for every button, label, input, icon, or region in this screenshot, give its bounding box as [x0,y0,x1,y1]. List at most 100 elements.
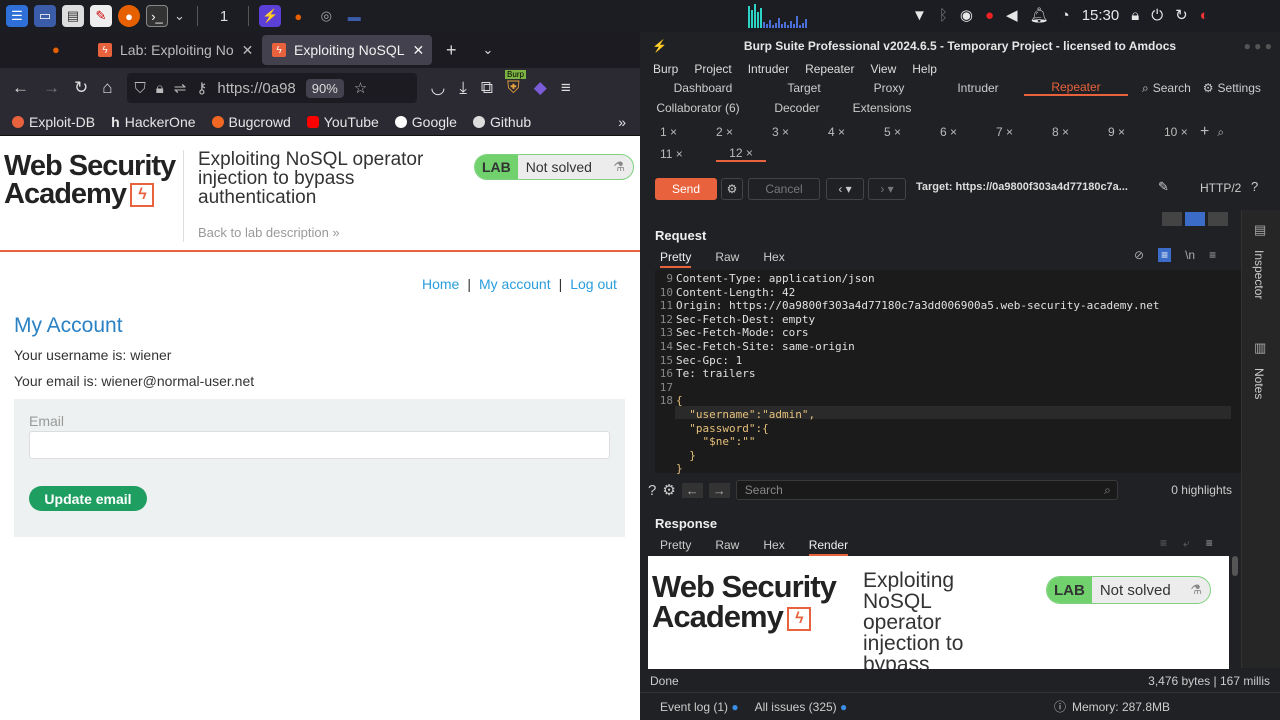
wrap-icon[interactable]: ≡ [1158,248,1172,262]
close-icon[interactable]: ✕ [413,42,425,59]
window-controls[interactable]: ● ● ● [1244,39,1272,53]
code-line[interactable]: Origin: https://0a9800f303a4d77180c7a3dd… [676,299,1159,313]
back-to-lab-link[interactable]: Back to lab description » [198,225,340,240]
refresh-icon[interactable]: ↻ [1175,6,1188,24]
gear-icon[interactable]: ⚙ [721,178,743,200]
browser-tab[interactable]: ϟ Lab: Exploiting No ✕ [88,35,258,65]
more-bookmarks-icon[interactable]: » [618,114,626,130]
search-icon[interactable]: ⌕ [1142,81,1149,96]
firefox-view-icon[interactable]: ● [52,42,60,57]
tab-collaborator[interactable]: Collaborator (6) [644,101,752,115]
url-text[interactable]: https://0a98 [217,80,295,97]
tab-raw[interactable]: Raw [715,538,739,556]
menu-burp[interactable]: Burp [653,62,678,76]
tab-intruder[interactable]: Intruder [932,81,1024,95]
add-tab-icon[interactable]: + [1200,123,1209,141]
code-line[interactable]: Content-Type: application/json [676,272,875,286]
code-line[interactable]: } [676,449,696,463]
tab-pretty[interactable]: Pretty [660,250,692,268]
repeater-tab[interactable]: 4 × [808,125,864,139]
forward-history-button[interactable]: › ▾ [868,178,906,200]
terminal-icon[interactable]: ›_ [146,5,168,27]
lock-icon[interactable]: 🔒︎ [1131,7,1139,24]
code-line[interactable]: } [676,462,683,476]
files-icon[interactable]: ▤ [62,5,84,27]
code-line[interactable]: Sec-Gpc: 1 [676,354,742,368]
code-line[interactable]: "username":"admin", [676,408,815,422]
notification-icon[interactable]: 🔔︎ [1030,6,1049,24]
back-history-button[interactable]: ‹ ▾ [826,178,864,200]
tab-repeater[interactable]: Repeater [1024,80,1128,96]
chrome-task-icon[interactable]: ◎ [315,5,337,27]
tab-hex[interactable]: Hex [763,250,784,268]
desktop-icon[interactable]: ▭ [34,5,56,27]
prev-match-icon[interactable]: ← [681,482,703,498]
notes-tab[interactable]: Notes [1252,368,1266,399]
tab-target[interactable]: Target [762,81,846,95]
repeater-tab[interactable]: 8 × [1032,125,1088,139]
chevron-down-icon[interactable]: ⌄ [174,8,185,24]
inspector-tab[interactable]: Inspector [1252,250,1266,299]
editor-icon[interactable]: ✎ [90,5,112,27]
menu-icon[interactable]: ≡ [1209,248,1216,262]
code-line[interactable]: "$ne":"" [676,435,755,449]
repeater-tab[interactable]: 9 × [1088,125,1144,139]
shield-icon[interactable]: ⛉ [135,80,146,97]
newline-icon[interactable]: \n [1185,248,1195,262]
layout-tabs-icon[interactable] [1208,212,1228,226]
extension-puzzle-icon[interactable]: ◆ [534,78,547,98]
repeater-tab[interactable]: 3 × [752,125,808,139]
zoom-level[interactable]: 90% [305,78,344,98]
search-label[interactable]: Search [1153,81,1191,95]
bluetooth-icon[interactable]: ᛒ [939,7,948,24]
repeater-tab[interactable]: 2 × [696,125,752,139]
tab-extensions[interactable]: Extensions [842,101,922,115]
new-tab-icon[interactable]: + [446,40,457,61]
email-field[interactable] [29,431,610,459]
request-editor[interactable]: 9 Content-Type: application/json 10 Content… [655,270,1241,476]
bookmark-github[interactable]: Github [472,114,531,130]
repeater-tab[interactable]: 6 × [920,125,976,139]
menu-project[interactable]: Project [694,62,731,76]
bookmark-bugcrowd[interactable]: Bugcrowd [211,114,291,130]
tab-pretty[interactable]: Pretty [660,538,691,556]
menu-icon[interactable]: ≡ [1206,536,1213,551]
http-version[interactable]: HTTP/2 [1200,181,1241,195]
nav-log-out[interactable]: Log out [570,276,617,292]
code-line[interactable]: Content-Length: 42 [676,286,795,300]
code-line[interactable]: Sec-Fetch-Site: same-origin [676,340,855,354]
tab-raw[interactable]: Raw [715,250,739,268]
repeater-tab[interactable]: 1 × [640,125,696,139]
kali-menu-icon[interactable]: ☰ [6,5,28,27]
layout-rows-icon[interactable] [1185,212,1205,226]
burp-task-icon[interactable]: ⚡ [259,5,282,27]
tab-proxy[interactable]: Proxy [846,81,932,95]
help-icon[interactable]: ? [1251,179,1258,194]
bookmark-star-icon[interactable]: ☆ [354,79,367,97]
browser-tab-active[interactable]: ϟ Exploiting NoSQL ✕ [262,35,432,65]
edit-target-icon[interactable]: ✎ [1158,179,1169,195]
repeater-tab-active[interactable]: 12 × [716,146,766,162]
url-bar[interactable]: ⛉ 🔒︎ ⇌ ⚷ https://0a98 90% ☆ [126,73,417,103]
back-icon[interactable]: ← [12,78,29,98]
layout-columns-icon[interactable] [1162,212,1182,226]
repeater-tab[interactable]: 7 × [976,125,1032,139]
window-task-icon[interactable]: ▬ [343,5,365,27]
inspector-icon[interactable]: ▤ [1254,222,1266,238]
nav-my-account[interactable]: My account [479,276,551,292]
newline-icon[interactable]: ⤶ [1183,536,1190,551]
repeater-tab[interactable]: 10 × [1144,125,1200,139]
code-line[interactable]: { [676,394,683,408]
bookmark-youtube[interactable]: YouTube [306,114,379,130]
workspace-number[interactable]: 1 [220,8,228,25]
gear-icon[interactable]: ⚙ [662,481,675,499]
tab-decoder[interactable]: Decoder [752,101,842,115]
gear-icon[interactable]: ⚙ [1203,81,1214,95]
next-match-icon[interactable]: → [708,482,730,498]
wrap-icon[interactable]: ≡ [1160,536,1167,551]
vpn-icon[interactable]: ◉ [960,6,973,24]
key-icon[interactable]: ⚷ [196,79,207,97]
repeater-tab[interactable]: 5 × [864,125,920,139]
repeater-tab[interactable]: 11 × [640,147,696,161]
tab-dashboard[interactable]: Dashboard [644,81,762,95]
